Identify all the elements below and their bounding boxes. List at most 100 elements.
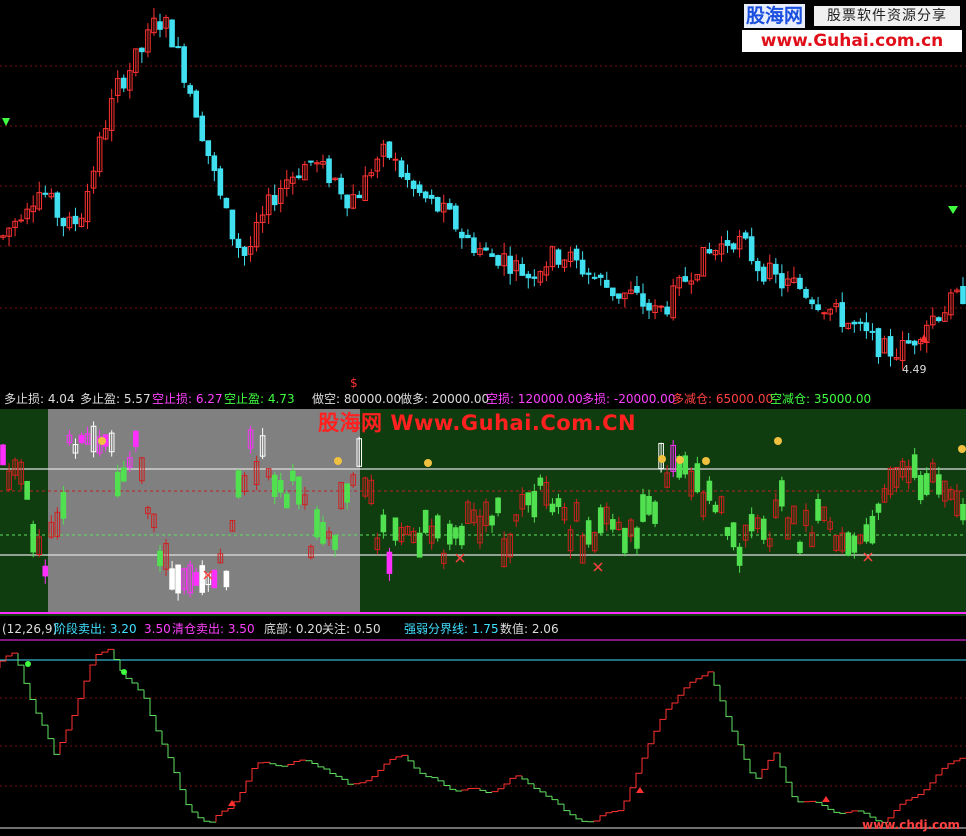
candle-body [471, 237, 477, 254]
candle-body [960, 285, 966, 305]
candle-body [483, 247, 489, 251]
main-candlestick-chart[interactable] [0, 0, 966, 390]
indicator-bar [332, 535, 338, 550]
candle-body [404, 172, 411, 181]
indicator-bar [169, 568, 175, 590]
main-price-pane[interactable]: 4.49 [0, 0, 966, 390]
indicator-bar [960, 503, 966, 521]
candle-body [205, 140, 212, 157]
indicator-bar [199, 565, 206, 593]
candle-body [724, 240, 731, 246]
candle-body [875, 328, 882, 358]
indicator-bar [911, 454, 918, 478]
candle-body [422, 191, 429, 199]
candle-body [416, 184, 423, 193]
macd-stage-indicator-pane[interactable] [0, 638, 966, 836]
candle-body [936, 317, 942, 322]
indicator-bar [392, 517, 399, 541]
indicator-bar [863, 524, 870, 542]
candle-body [187, 85, 193, 94]
site-logo[interactable]: 股海网 股票软件资源分享 www.Guhai.com.cn [742, 4, 962, 52]
signal-icon [774, 437, 782, 445]
candle-body [634, 286, 640, 293]
candle-body [579, 259, 586, 275]
candle-body [398, 160, 405, 178]
cross-marker-icon [863, 552, 873, 562]
indicator-bar [0, 444, 6, 466]
candle-body [857, 321, 864, 324]
indicator-value-8: 多减仓: 65000.00 [672, 392, 774, 406]
indicator-bar [386, 551, 393, 574]
candle-body [120, 77, 127, 89]
candle-body [597, 274, 604, 278]
candle-body [585, 272, 592, 275]
candle-body [211, 155, 218, 172]
logo-tagline: 股票软件资源分享 [814, 6, 960, 26]
signal-icon [958, 445, 966, 453]
candle-body [296, 175, 302, 179]
indicator-bar [797, 541, 803, 554]
candle-body [42, 192, 49, 195]
candle-body [326, 158, 332, 184]
indicator-bar [537, 477, 544, 486]
candle-body [507, 255, 513, 274]
indicator-bar [290, 470, 296, 482]
candle-body [863, 322, 870, 332]
candle-body [706, 249, 713, 254]
indicator-bar [585, 520, 592, 545]
signal-icon [25, 661, 31, 667]
candle-body [465, 234, 471, 239]
signal-icon [676, 456, 684, 464]
indicator-value-3: 空止盈: 4.73 [224, 392, 295, 406]
logo-brand: 股海网 [744, 4, 806, 28]
indicator-bar [622, 527, 628, 554]
candle-body [434, 197, 441, 212]
indicator-bar [917, 475, 924, 501]
indicator-bar [211, 569, 218, 589]
stoploss-indicator-pane[interactable] [0, 409, 966, 616]
indicator-bar [652, 501, 658, 524]
indicator-bar [283, 493, 290, 509]
candle-body [60, 217, 67, 227]
indicator-bar [459, 525, 465, 546]
indicator-value-4: 做空: 80000.00 [312, 392, 402, 406]
indicator-value-6: 数值: 2.06 [500, 622, 559, 636]
stoploss-indicator-chart[interactable] [0, 409, 966, 616]
indicator-bar [923, 473, 930, 495]
corner-watermark: www.chdj.com [862, 818, 960, 832]
candle-body [658, 305, 664, 308]
indicator-bar [30, 523, 37, 553]
watermark: 股海网 Www.Guhai.Com.CN [318, 407, 636, 437]
candle-body [392, 158, 399, 161]
candle-body [356, 194, 363, 199]
candle-body [271, 195, 278, 206]
indicator-bar [314, 509, 320, 538]
candle-body [779, 273, 785, 289]
indicator-bar [416, 532, 423, 558]
candle-body [773, 263, 779, 275]
logo-url: www.Guhai.com.cn [742, 30, 962, 52]
indicator-bar [344, 483, 350, 503]
candle-body [887, 336, 894, 357]
candle-body [603, 279, 610, 288]
stage-indicator-chart[interactable] [0, 638, 966, 836]
candle-body [229, 209, 236, 240]
down-arrow-icon [948, 206, 958, 214]
indicator-bar [730, 522, 737, 548]
candle-body [344, 194, 350, 209]
candle-body [809, 299, 815, 305]
indicator-info-bar-1: 多止损: 4.04 多止盈: 5.57 空止损: 6.27 空止盈: 4.73 做空: … [0, 390, 966, 408]
candle-body [815, 304, 821, 311]
oscillator-down-segments [0, 649, 888, 823]
indicator-bar [640, 494, 646, 522]
candle-body [754, 260, 761, 272]
indicator-bar [42, 565, 49, 577]
indicator-bar [489, 515, 495, 526]
candle-body [905, 340, 912, 344]
indicator-bar [193, 572, 200, 586]
indicator-bar [634, 527, 640, 549]
candle-body [446, 203, 453, 210]
indicator-value-1: 多止盈: 5.57 [80, 392, 151, 406]
indicator-bar [271, 474, 278, 498]
candle-body [175, 46, 181, 49]
